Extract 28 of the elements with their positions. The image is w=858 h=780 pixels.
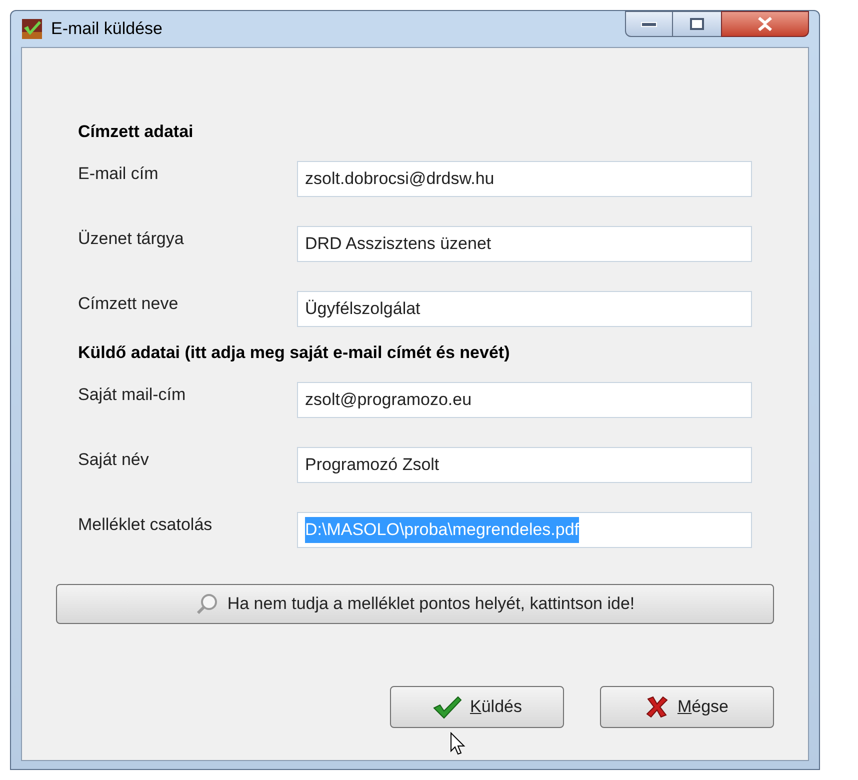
input-field[interactable]: Programozó Zsolt: [297, 447, 752, 483]
section-heading: Küldő adatai (itt adja meg saját e-mail címét és nevét): [78, 342, 511, 364]
browse-button[interactable]: Ha nem tudja a melléklet pontos helyét, kattintson ide!: [56, 584, 774, 624]
app-icon: [21, 18, 43, 40]
cross-icon: [645, 695, 670, 719]
input-field[interactable]: zsolt.dobrocsi@drdsw.hu: [297, 161, 752, 197]
field-label: Saját név: [78, 449, 150, 472]
close-button[interactable]: [721, 11, 809, 37]
maximize-button[interactable]: [673, 11, 721, 37]
mouse-cursor-icon: [450, 732, 466, 756]
close-icon: [757, 17, 773, 31]
cancel-button[interactable]: Mégse: [600, 686, 774, 728]
field-label: E-mail cím: [78, 163, 160, 186]
checkmark-icon: [432, 695, 462, 719]
field-label: Saját mail-cím: [78, 384, 187, 406]
send-button[interactable]: Küldés: [390, 686, 564, 728]
search-icon: [195, 592, 220, 616]
field-label: Üzenet tárgya: [78, 228, 185, 250]
maximize-icon: [690, 18, 704, 30]
field-label: Címzett neve: [78, 293, 180, 316]
minimize-icon: [641, 22, 657, 26]
input-field[interactable]: Ügyfélszolgálat: [297, 291, 752, 327]
window-title: E-mail küldése: [51, 18, 162, 40]
field-label: Melléklet csatolás: [78, 514, 214, 536]
input-field[interactable]: DRD Asszisztens üzenet: [297, 226, 752, 262]
input-field[interactable]: zsolt@programozo.eu: [297, 382, 752, 418]
section-heading: Címzett adatai: [78, 120, 194, 142]
minimize-button[interactable]: [625, 11, 673, 37]
